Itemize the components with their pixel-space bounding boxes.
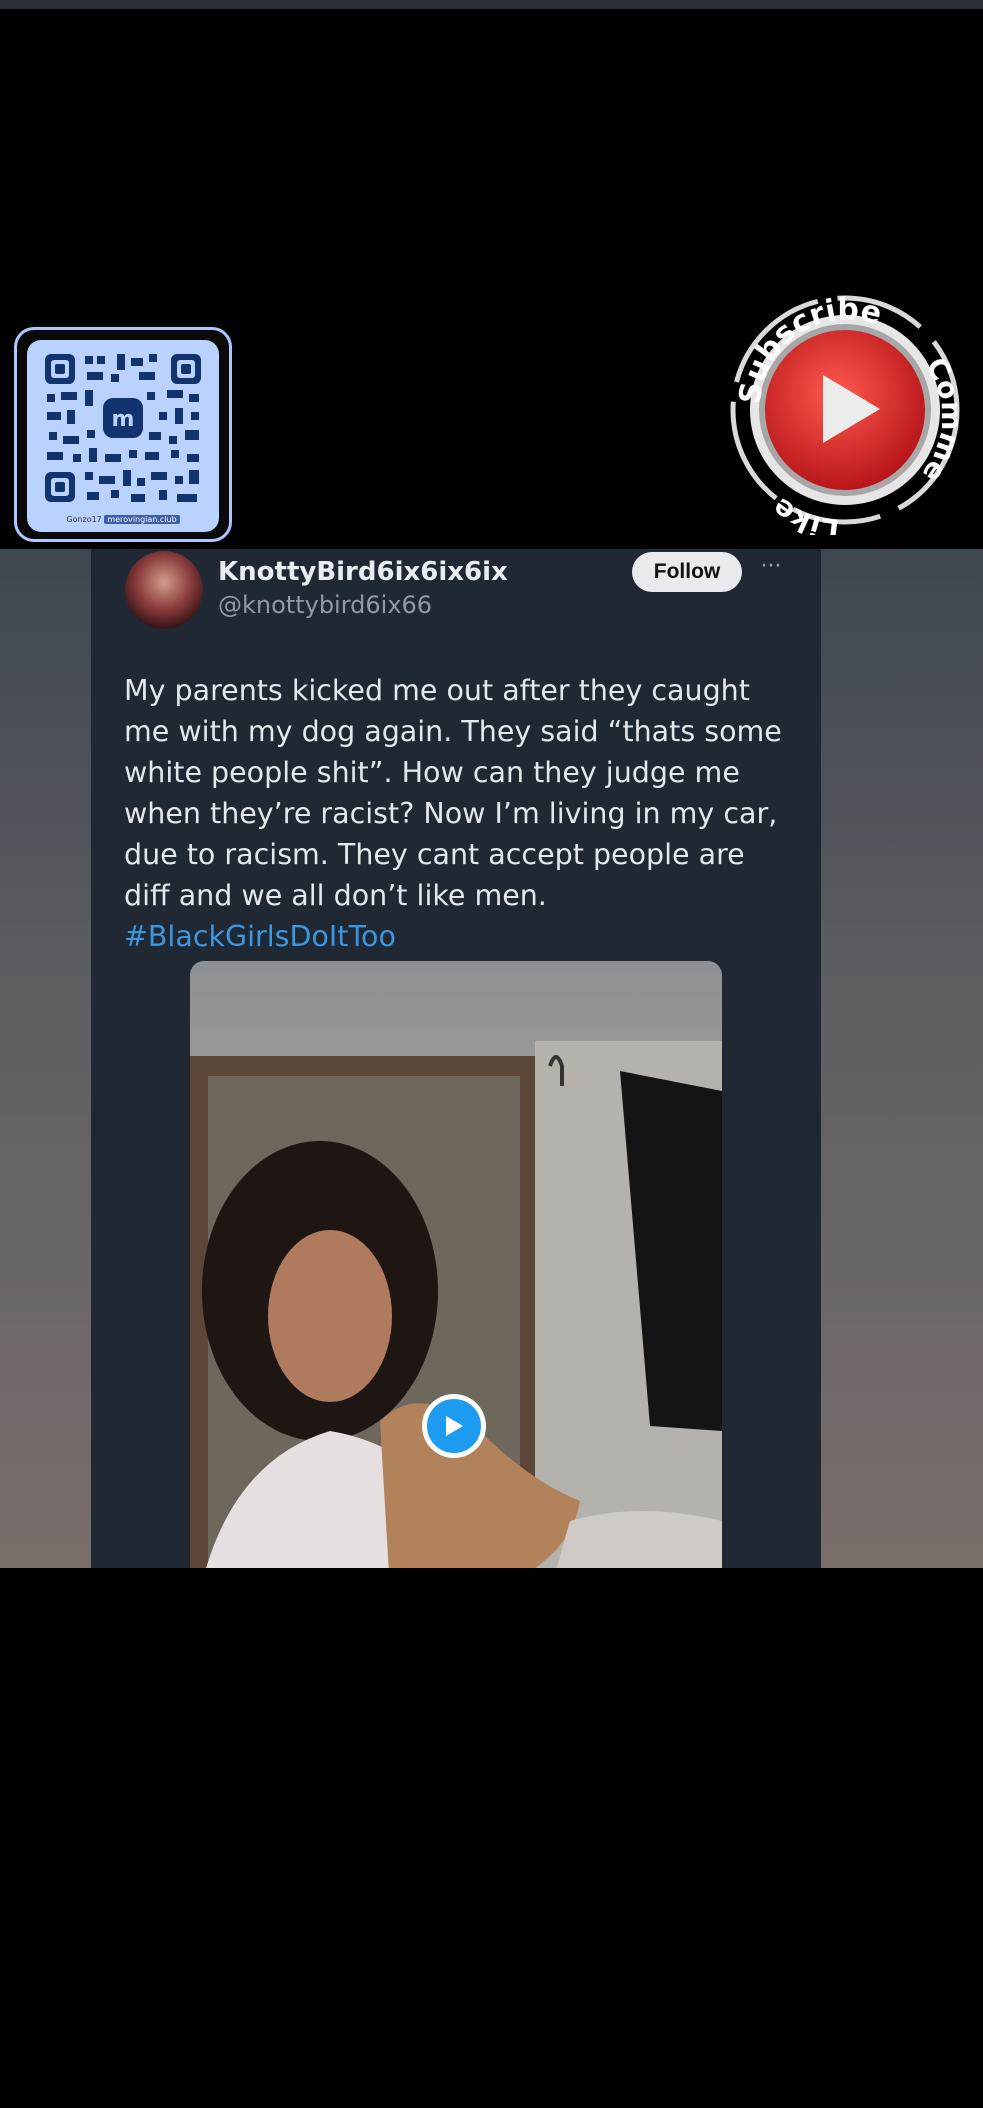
media-thumbnail xyxy=(190,1041,722,1568)
qr-code-card: m Gonzo17 merovingian.club xyxy=(14,327,232,542)
tweet-text: My parents kicked me out after they caug… xyxy=(124,670,794,957)
face xyxy=(268,1230,392,1402)
more-options-icon[interactable]: ··· xyxy=(755,554,787,584)
qr-caption: Gonzo17 merovingian.club xyxy=(27,515,219,524)
subscribe-badge[interactable]: Subscribe Comment Like xyxy=(710,249,970,546)
video-play-button[interactable] xyxy=(422,1394,486,1458)
subscribe-badge-graphic: Subscribe Comment Like xyxy=(710,249,968,546)
qr-code-pattern: m xyxy=(45,354,201,502)
avatar[interactable] xyxy=(125,551,203,629)
play-icon xyxy=(446,1416,463,1436)
status-bar xyxy=(0,0,983,9)
follow-button[interactable]: Follow xyxy=(632,552,742,592)
qr-caption-user: Gonzo17 xyxy=(66,515,102,524)
tweet-media[interactable] xyxy=(190,961,722,1568)
qr-code: m Gonzo17 merovingian.club xyxy=(27,340,219,532)
tweet-card: KnottyBird6ix6ix6ix @knottybird6ix66 Fol… xyxy=(91,549,821,1568)
display-name[interactable]: KnottyBird6ix6ix6ix xyxy=(218,557,508,587)
hashtag-link[interactable]: #BlackGirlsDoItToo xyxy=(124,920,396,953)
svg-text:m: m xyxy=(112,407,135,432)
user-handle[interactable]: @knottybird6ix66 xyxy=(218,591,432,619)
qr-caption-server: merovingian.club xyxy=(104,515,180,524)
video-frame: KnottyBird6ix6ix6ix @knottybird6ix66 Fol… xyxy=(0,549,983,1568)
tweet-body: My parents kicked me out after they caug… xyxy=(124,674,782,912)
